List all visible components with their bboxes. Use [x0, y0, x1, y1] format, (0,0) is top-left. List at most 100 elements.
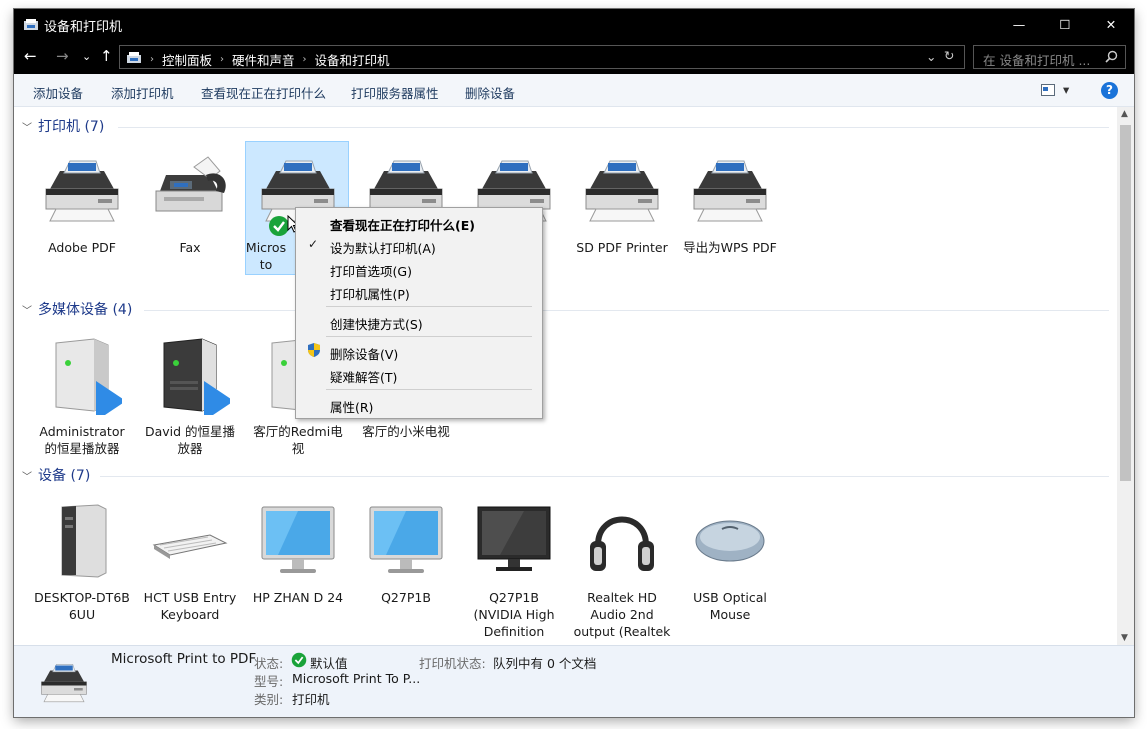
remove-device-button[interactable]: 删除设备 [465, 83, 515, 102]
device-list: ﹀ 打印机 (7) Adobe PDF Fax Micros to SD PDF… [14, 107, 1117, 645]
details-device-name: Microsoft Print to PDF [111, 651, 257, 667]
device-label: David 的恒星播 [144, 424, 236, 439]
device-label: Audio 2nd [590, 607, 654, 622]
devices-printers-window: 设备和打印机 — ☐ ✕ ← → ⌄ ↑ › 控制面板 › 硬件和声音 › 设备… [14, 9, 1134, 717]
breadcrumb-devices-printers[interactable]: 设备和打印机 [315, 50, 390, 69]
print-server-properties-button[interactable]: 打印服务器属性 [351, 83, 439, 102]
device-label: 客厅的Redmi电 [253, 424, 343, 439]
details-status-label: 状态: [254, 656, 284, 671]
details-model-value: Microsoft Print To P... [292, 671, 421, 686]
close-button[interactable]: ✕ [1088, 9, 1134, 40]
address-bar-area: ← → ⌄ ↑ › 控制面板 › 硬件和声音 › 设备和打印机 ⌄ ↻ 在 设备… [14, 40, 1134, 74]
device-label: USB Optical [693, 590, 767, 605]
view-options-dropdown[interactable]: ▾ [1063, 82, 1069, 97]
scroll-down-icon[interactable]: ▼ [1121, 633, 1128, 643]
search-input[interactable]: 在 设备和打印机 ... [983, 50, 1090, 69]
monitor-icon [369, 506, 443, 574]
group-header-printers[interactable]: ﹀ 打印机 (7) [22, 116, 104, 136]
device-label: Q27P1B [381, 590, 431, 605]
device-label: Definition [483, 624, 545, 639]
context-menu: 查看现在正在打印什么(E) ✓ 设为默认打印机(A) 打印首选项(G) 打印机属… [295, 207, 543, 419]
refresh-button[interactable]: ↻ [944, 48, 954, 63]
scroll-up-icon[interactable]: ▲ [1121, 109, 1128, 119]
device-label: SD PDF Printer [576, 240, 668, 255]
forward-button[interactable]: → [56, 47, 69, 65]
printer-icon [45, 160, 119, 222]
group-divider [144, 310, 1109, 311]
breadcrumb-hardware-sound[interactable]: 硬件和声音 [232, 50, 295, 69]
chevron-down-icon: ﹀ [22, 471, 32, 483]
up-button[interactable]: ↑ [100, 47, 113, 65]
details-model-label: 型号: [254, 674, 284, 689]
maximize-button[interactable]: ☐ [1042, 9, 1088, 40]
keyboard-icon [153, 534, 227, 560]
menu-separator [326, 336, 532, 337]
mouse-icon [695, 520, 765, 562]
group-header-devices[interactable]: ﹀ 设备 (7) [22, 465, 90, 485]
group-divider [100, 476, 1109, 477]
add-printer-button[interactable]: 添加打印机 [111, 83, 174, 102]
group-title: 设备 (7) [38, 468, 91, 484]
menu-item-printer-properties[interactable]: 打印机属性(P) [330, 284, 410, 303]
address-dropdown-button[interactable]: ⌄ [926, 49, 936, 64]
add-device-button[interactable]: 添加设备 [33, 83, 83, 102]
device-label: output (Realtek [573, 624, 671, 639]
menu-separator [326, 306, 532, 307]
device-label: HP ZHAN D 24 [252, 590, 344, 605]
change-view-icon[interactable] [1041, 84, 1055, 99]
media-server-icon [163, 338, 230, 415]
search-box[interactable]: 在 设备和打印机 ... [973, 45, 1126, 69]
menu-item-set-default[interactable]: 设为默认打印机(A) [330, 238, 436, 257]
device-label: 客厅的小米电视 [362, 424, 450, 439]
device-label: HCT USB Entry [143, 590, 237, 605]
device-label: 的恒星播放器 [44, 441, 120, 456]
menu-item-troubleshoot[interactable]: 疑难解答(T) [330, 367, 397, 386]
search-icon[interactable] [1105, 50, 1118, 66]
help-icon[interactable]: ? [1101, 82, 1118, 99]
address-field[interactable]: › 控制面板 › 硬件和声音 › 设备和打印机 ⌄ ↻ [119, 45, 965, 69]
default-check-icon [291, 652, 307, 668]
recent-locations-button[interactable]: ⌄ [82, 50, 91, 63]
menu-item-see-whats-printing[interactable]: 查看现在正在打印什么(E) [330, 215, 475, 234]
menu-item-create-shortcut[interactable]: 创建快捷方式(S) [330, 314, 423, 333]
details-category-label: 类别: [254, 692, 284, 707]
printer-icon [41, 663, 87, 703]
uac-shield-icon [308, 343, 320, 357]
vertical-scrollbar[interactable]: ▲ ▼ [1117, 107, 1134, 645]
devices-printers-icon [23, 17, 39, 36]
media-server-icon [55, 338, 122, 415]
printer-icon [693, 160, 767, 222]
device-label: Keyboard [160, 607, 220, 622]
device-label: Realtek HD [587, 590, 657, 605]
chevron-down-icon: ﹀ [22, 305, 32, 317]
device-label: 视 [291, 441, 305, 456]
back-button[interactable]: ← [24, 47, 37, 65]
printer-icon [585, 160, 659, 222]
monitor-icon [261, 506, 335, 574]
tv-icon [477, 506, 551, 572]
details-printer-status-value: 队列中有 0 个文档 [493, 656, 597, 671]
details-pane: Microsoft Print to PDF 状态: 默认值 打印机状态: 队列… [14, 645, 1134, 717]
device-label: Mouse [709, 607, 751, 622]
menu-item-properties[interactable]: 属性(R) [330, 397, 373, 416]
breadcrumb-control-panel[interactable]: 控制面板 [162, 50, 212, 69]
menu-item-printing-preferences[interactable]: 打印首选项(G) [330, 261, 412, 280]
scrollbar-thumb[interactable] [1120, 125, 1131, 481]
device-label: Administrator [39, 424, 125, 439]
computer-tower-icon [61, 504, 107, 578]
group-divider [118, 127, 1109, 128]
breadcrumb-separator: › [220, 54, 225, 65]
menu-separator [326, 389, 532, 390]
command-bar: 添加设备 添加打印机 查看现在正在打印什么 打印服务器属性 删除设备 ▾ ? [14, 74, 1134, 107]
device-label: DESKTOP-DT6B [34, 590, 130, 605]
location-icon [126, 51, 142, 68]
group-header-media[interactable]: ﹀ 多媒体设备 (4) [22, 299, 132, 319]
minimize-button[interactable]: — [996, 9, 1042, 40]
device-label: Q27P1B [489, 590, 539, 605]
see-whats-printing-button[interactable]: 查看现在正在打印什么 [201, 83, 326, 102]
device-label: 6UU [68, 607, 96, 622]
menu-item-remove-device[interactable]: 删除设备(V) [330, 344, 398, 363]
details-printer-status-label: 打印机状态: [419, 656, 486, 671]
checkmark-icon: ✓ [308, 237, 319, 251]
details-status-value: 默认值 [310, 656, 348, 671]
